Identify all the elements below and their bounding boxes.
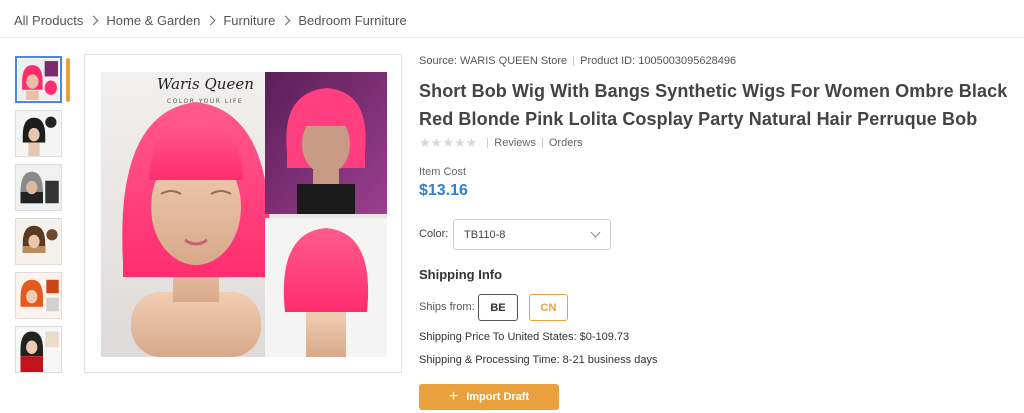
- thumbnail-1[interactable]: [15, 56, 62, 103]
- orders-link[interactable]: Orders: [549, 137, 583, 149]
- thumbnail-image: [16, 165, 61, 210]
- thumbnail-5[interactable]: [15, 272, 62, 319]
- color-select[interactable]: TB110-8: [453, 219, 611, 250]
- import-draft-button[interactable]: + Import Draft: [419, 384, 559, 410]
- thumbnail-image: [18, 59, 59, 100]
- shipping-price: Shipping Price To United States: $0-109.…: [419, 331, 630, 343]
- main-product-image-frame: Waris Queen COLOR YOUR LIFE: [84, 54, 402, 373]
- thumbnail-3[interactable]: [15, 164, 62, 211]
- ships-from-option-cn[interactable]: CN: [529, 294, 568, 321]
- rating-stars: ★ ★ ★ ★ ★: [419, 135, 478, 150]
- item-cost-label: Item Cost: [419, 166, 467, 178]
- rating-divider: [487, 138, 489, 148]
- star-icon: ★: [453, 135, 466, 150]
- meta-divider: [573, 56, 575, 67]
- star-icon: ★: [442, 135, 454, 150]
- chevron-right-icon: [280, 15, 291, 26]
- product-meta: Source: WARIS QUEEN Store Product ID: 100…: [419, 55, 736, 67]
- color-selected-value: TB110-8: [464, 229, 506, 241]
- plus-icon: +: [448, 388, 459, 405]
- breadcrumb-all-products[interactable]: All Products: [14, 13, 83, 28]
- chevron-right-icon: [88, 15, 99, 26]
- thumbnail-2[interactable]: [15, 110, 62, 157]
- thumbnail-image: [16, 219, 61, 264]
- product-id: Product ID: 1005003095628496: [580, 55, 737, 67]
- thumbnail-6[interactable]: [15, 326, 62, 373]
- product-photo: Waris Queen COLOR YOUR LIFE: [101, 72, 387, 357]
- brand-logo-text: Waris Queen: [157, 75, 254, 93]
- product-source[interactable]: Source: WARIS QUEEN Store: [419, 55, 567, 67]
- ships-from-option-be[interactable]: BE: [478, 294, 518, 321]
- chevron-right-icon: [205, 15, 216, 26]
- thumbnail-image: [16, 273, 61, 318]
- color-label: Color:: [419, 228, 449, 240]
- breadcrumb-bedroom-furniture[interactable]: Bedroom Furniture: [298, 13, 406, 28]
- thumbnail-list: [15, 56, 63, 380]
- thumbnail-image: [16, 327, 61, 372]
- thumbnail-image: [16, 111, 61, 156]
- main-product-image[interactable]: Waris Queen COLOR YOUR LIFE: [101, 72, 387, 357]
- thumbnail-4[interactable]: [15, 218, 62, 265]
- breadcrumb-furniture[interactable]: Furniture: [223, 13, 275, 28]
- star-icon: ★: [419, 135, 431, 150]
- chevron-down-icon: [590, 227, 601, 238]
- shipping-info-heading: Shipping Info: [419, 267, 503, 282]
- ships-from-label: Ships from:: [419, 301, 475, 313]
- shipping-time: Shipping & Processing Time: 8-21 busines…: [419, 354, 658, 366]
- breadcrumb: All Products Home & Garden Furniture Bed…: [14, 13, 407, 28]
- star-icon: ★: [465, 135, 478, 150]
- header-divider: [0, 37, 1024, 38]
- product-title: Short Bob Wig With Bangs Synthetic Wigs …: [419, 81, 1008, 129]
- rating-row: ★ ★ ★ ★ ★ Reviews Orders: [419, 135, 583, 150]
- import-draft-label: Import Draft: [466, 391, 530, 403]
- breadcrumb-home-garden[interactable]: Home & Garden: [106, 13, 200, 28]
- reviews-link[interactable]: Reviews: [494, 137, 536, 149]
- item-cost-value: $13.16: [419, 182, 468, 199]
- thumbnail-scroll-indicator[interactable]: [66, 58, 70, 102]
- brand-logo-tagline: COLOR YOUR LIFE: [167, 98, 243, 105]
- rating-divider: [541, 138, 543, 148]
- star-icon: ★: [430, 135, 443, 150]
